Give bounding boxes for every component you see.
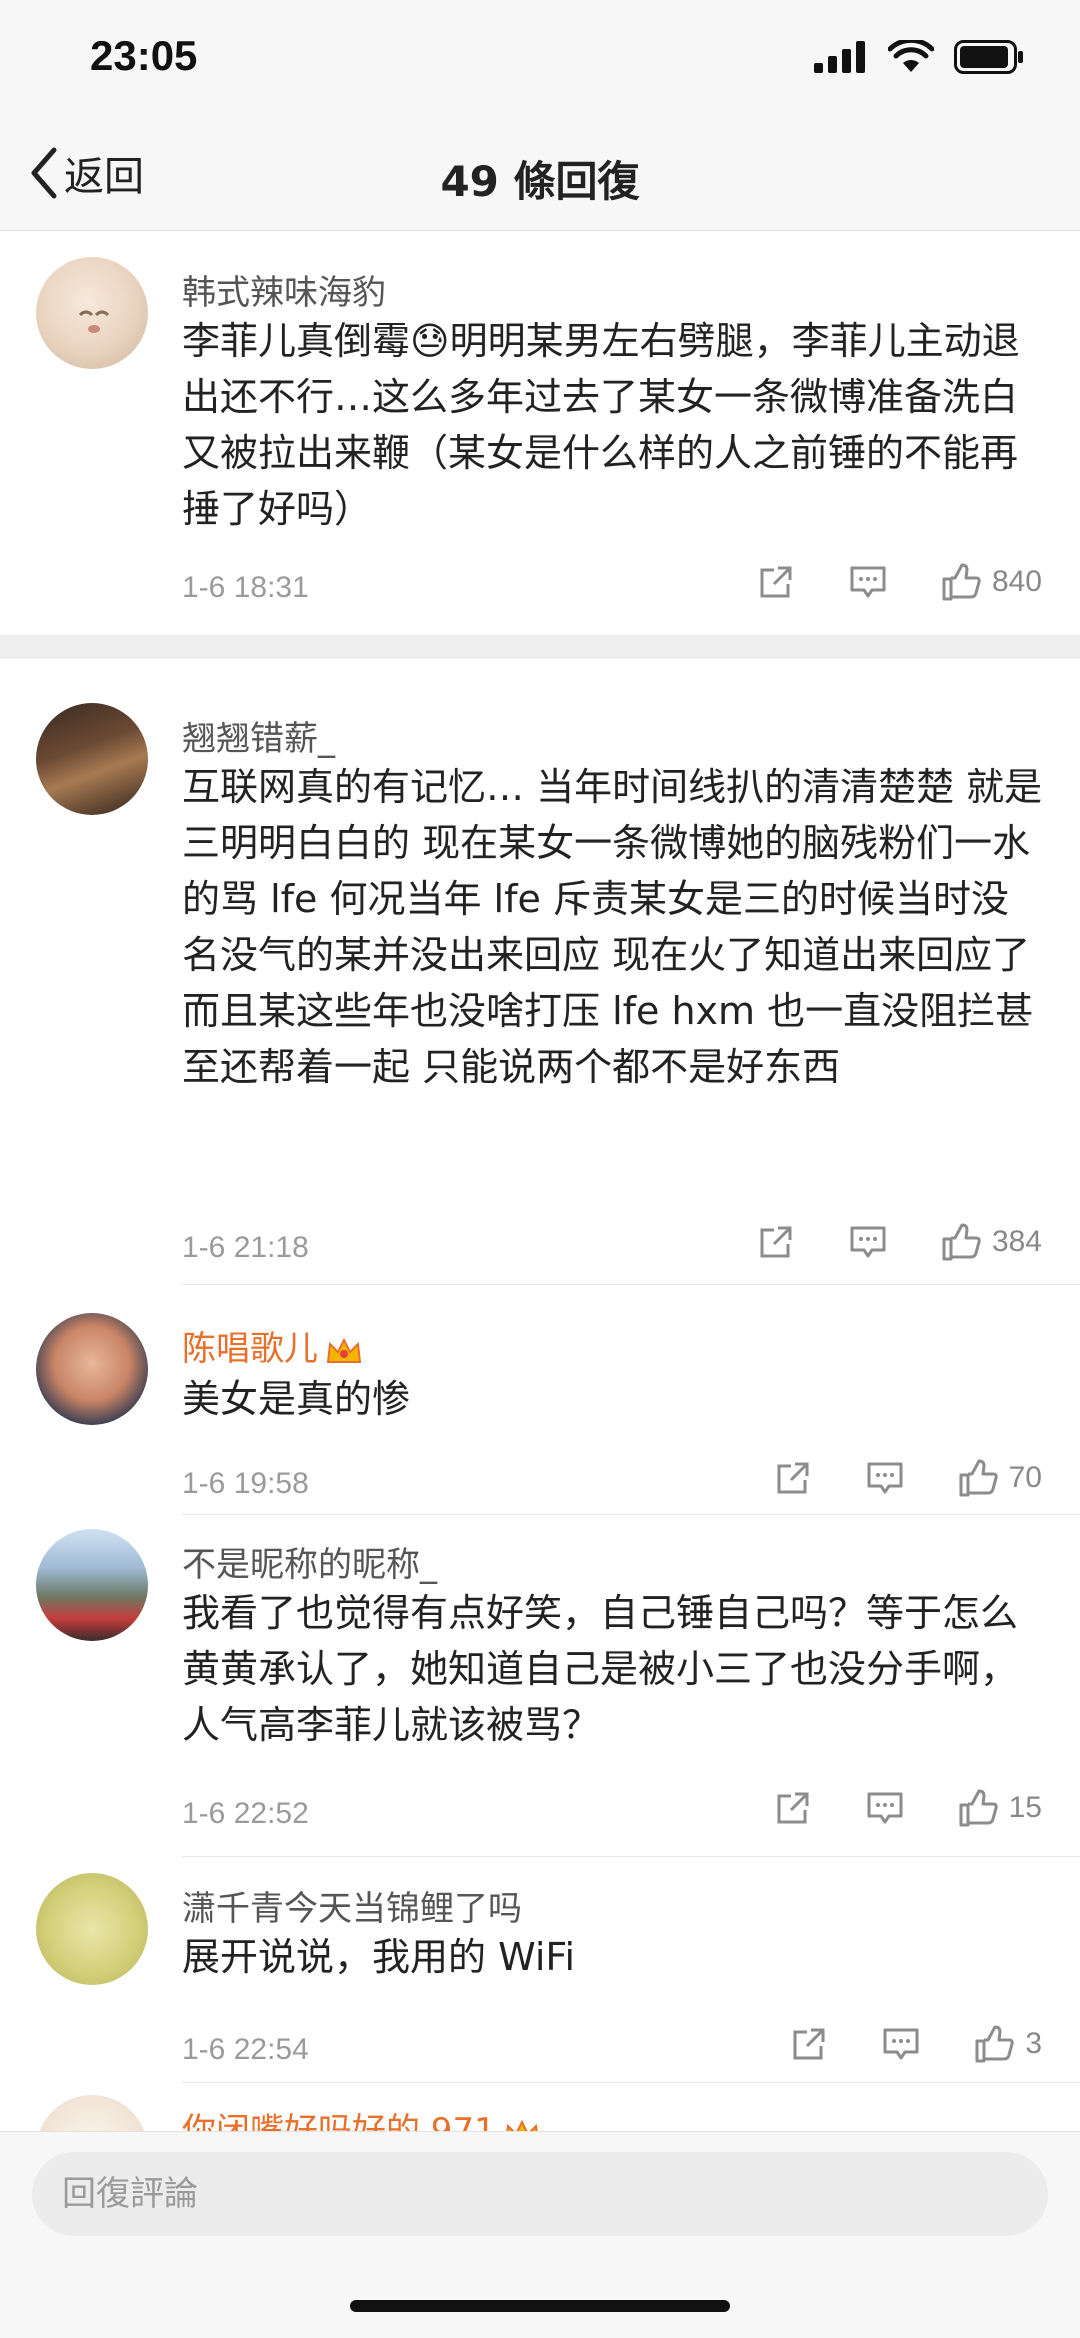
share-icon bbox=[777, 1792, 809, 1824]
like-button[interactable]: 70 bbox=[957, 1457, 1042, 1499]
comment-time: 1-6 19:58 bbox=[182, 1467, 309, 1500]
comment-icon bbox=[867, 1792, 903, 1824]
like-button[interactable]: 3 bbox=[973, 2023, 1042, 2065]
comment-item: 韩式辣味海豹 李菲儿真倒霉😓明明某男左右劈腿，李菲儿主动退出还不行…这么多年过去… bbox=[0, 231, 1080, 635]
reply-button[interactable] bbox=[881, 2024, 921, 2064]
comment-icon bbox=[883, 2028, 919, 2060]
share-button[interactable] bbox=[789, 2024, 829, 2064]
avatar[interactable] bbox=[36, 1313, 148, 1425]
like-count: 3 bbox=[1025, 2027, 1042, 2060]
thumbs-up-icon bbox=[959, 1459, 998, 1497]
comment-text: 展开说说，我用的 WiFi bbox=[182, 1935, 576, 1979]
reply-button[interactable] bbox=[865, 1458, 905, 1498]
avatar[interactable] bbox=[36, 1529, 148, 1641]
comment-actions: 384 bbox=[756, 1221, 1042, 1263]
share-icon bbox=[777, 1462, 809, 1494]
like-button[interactable]: 15 bbox=[957, 1787, 1042, 1829]
share-button[interactable] bbox=[756, 562, 796, 602]
comment-item: 翘翘错薪_ 互联网真的有记忆… 当年时间线扒的清清楚楚 就是三明明白白的 现在某女… bbox=[0, 681, 1080, 1285]
thumbs-up-icon bbox=[959, 1789, 998, 1827]
share-icon bbox=[760, 566, 792, 598]
comment-icon bbox=[850, 1226, 886, 1258]
like-count: 15 bbox=[1008, 1791, 1042, 1824]
comment-time: 1-6 22:54 bbox=[182, 2033, 309, 2066]
comment-author[interactable]: 韩式辣味海豹 bbox=[182, 265, 386, 314]
comment-item: 不是昵称的昵称_ 我看了也觉得有点好笑，自己锤自己吗？等于怎么黄黄承认了，她知道自… bbox=[0, 1515, 1080, 1857]
comment-text: 我看了也觉得有点好笑，自己锤自己吗？等于怎么黄黄承认了，她知道自己是被小三了也没… bbox=[182, 1591, 1019, 1747]
like-button[interactable]: 384 bbox=[940, 1221, 1042, 1263]
like-button[interactable]: 840 bbox=[940, 561, 1042, 603]
comment-text: 李菲儿真倒霉😓明明某男左右劈腿，李菲儿主动退出还不行…这么多年过去了某女一条微博… bbox=[182, 319, 1020, 531]
reply-button[interactable] bbox=[848, 562, 888, 602]
comment-time: 1-6 18:31 bbox=[182, 571, 309, 604]
like-count: 840 bbox=[991, 565, 1042, 598]
like-count: 384 bbox=[991, 1225, 1042, 1258]
divider bbox=[182, 1284, 1080, 1285]
comment-author[interactable]: 陈唱歌儿 bbox=[182, 1321, 364, 1370]
avatar[interactable] bbox=[36, 1873, 148, 1985]
comment-actions: 3 bbox=[789, 2023, 1042, 2065]
crown-icon bbox=[326, 1337, 362, 1363]
thumbs-up-icon bbox=[975, 2025, 1014, 2063]
like-count: 70 bbox=[1008, 1461, 1042, 1494]
comment-actions: 840 bbox=[756, 561, 1042, 603]
reply-button[interactable] bbox=[848, 1222, 888, 1262]
share-icon bbox=[793, 2028, 825, 2060]
comment-time: 1-6 22:52 bbox=[182, 1797, 309, 1830]
avatar[interactable] bbox=[36, 703, 148, 815]
comment-item: 陈唱歌儿美女是真的惨 1-6 19:58 70 bbox=[0, 1287, 1080, 1515]
reply-button[interactable] bbox=[865, 1788, 905, 1828]
section-divider bbox=[0, 635, 1080, 659]
status-time: 23:05 bbox=[90, 32, 198, 79]
comment-text: 互联网真的有记忆… 当年时间线扒的清清楚楚 就是三明明白白的 现在某女一条微博她… bbox=[182, 765, 1043, 1089]
nav-bar: 返回 49 條回復 bbox=[0, 120, 1080, 231]
comment-item: 你闭嘴好吗好的 971真的当互联网没记忆 估计想着这么多年过去了 可以浑水摸鱼了… bbox=[0, 2083, 1080, 2131]
comment-icon bbox=[867, 1462, 903, 1494]
wifi-icon bbox=[888, 40, 934, 72]
reply-bar bbox=[0, 2131, 1080, 2338]
reply-input[interactable] bbox=[32, 2152, 1048, 2236]
comment-author[interactable]: 不是昵称的昵称_ bbox=[182, 1537, 437, 1586]
signal-icon bbox=[814, 41, 865, 73]
comment-author[interactable]: 潇千青今天当锦鲤了吗 bbox=[182, 1881, 522, 1930]
status-icons bbox=[814, 40, 1024, 74]
comment-author[interactable]: 翘翘错薪_ bbox=[182, 711, 335, 760]
share-button[interactable] bbox=[773, 1788, 813, 1828]
comment-list[interactable]: 韩式辣味海豹 李菲儿真倒霉😓明明某男左右劈腿，李菲儿主动退出还不行…这么多年过去… bbox=[0, 231, 1080, 2131]
page-title: 49 條回復 bbox=[440, 157, 640, 206]
home-indicator bbox=[350, 2300, 730, 2312]
share-button[interactable] bbox=[773, 1458, 813, 1498]
thumbs-up-icon bbox=[942, 1223, 981, 1261]
comment-text: 美女是真的惨 bbox=[182, 1377, 411, 1421]
comment-actions: 70 bbox=[773, 1457, 1042, 1499]
crown-icon bbox=[506, 2119, 538, 2131]
share-button[interactable] bbox=[756, 1222, 796, 1262]
comment-author[interactable]: 你闭嘴好吗好的 971 bbox=[182, 2103, 542, 2131]
avatar[interactable] bbox=[36, 2095, 148, 2131]
comment-actions: 15 bbox=[773, 1787, 1042, 1829]
avatar[interactable] bbox=[36, 257, 148, 369]
status-bar: 23:05 bbox=[0, 0, 1080, 120]
thumbs-up-icon bbox=[942, 563, 981, 601]
share-icon bbox=[760, 1226, 792, 1258]
comment-time: 1-6 21:18 bbox=[182, 1231, 309, 1264]
comment-icon bbox=[850, 566, 886, 598]
battery-icon bbox=[954, 40, 1023, 74]
comment-item: 潇千青今天当锦鲤了吗展开说说，我用的 WiFi 1-6 22:54 3 bbox=[0, 1857, 1080, 2083]
